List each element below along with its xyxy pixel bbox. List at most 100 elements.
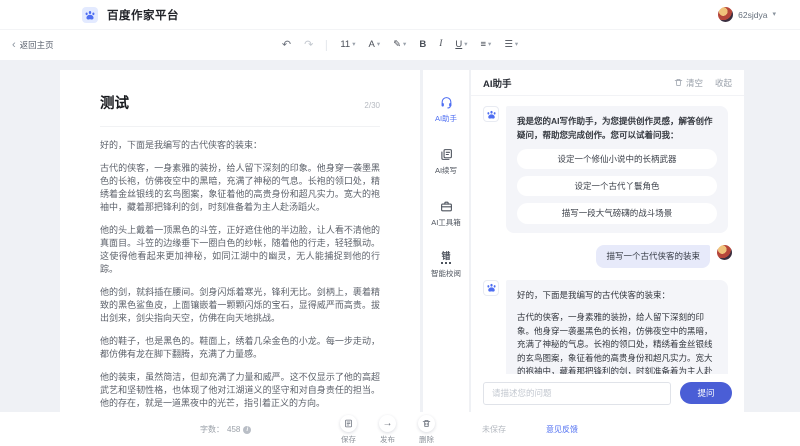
info-icon: i — [243, 426, 251, 434]
chevron-down-icon: ▾ — [772, 11, 776, 18]
highlight-color-button[interactable]: ✎ ▾ — [393, 40, 406, 50]
align-icon: ≡ — [481, 40, 487, 50]
assistant-header: AI助手 清空 收起 — [471, 70, 744, 96]
delete-label: 删除 — [419, 434, 434, 445]
redo-icon[interactable]: ↷ — [304, 40, 313, 51]
italic-button[interactable]: I — [439, 40, 442, 50]
chevron-down-icon: ▾ — [403, 42, 406, 49]
list-icon: ☰ — [504, 40, 513, 50]
app-header: 百度作家平台 62sjdya ▾ — [0, 0, 800, 30]
question-input-row: 提问 — [471, 374, 744, 412]
footer-bar: 字数： 458 i 保存 → 发布 删除 未保存 意见反 — [0, 412, 800, 446]
highlight-pen-icon: ✎ — [393, 40, 401, 50]
collapse-label: 收起 — [715, 77, 732, 89]
bot-avatar-paw-icon — [483, 280, 499, 296]
doc-paragraph: 他的头上戴着一顶黑色的斗笠，正好遮住他的半边脸，让人看不清他的真面目。斗笠的边缘… — [100, 224, 380, 276]
publish-label: 发布 — [380, 434, 395, 445]
font-color-button[interactable]: A ▾ — [368, 40, 380, 50]
bot-message-row: 我是您的AI写作助手，为您提供创作灵感，解答创作疑问，帮助您完成创作。您可以试着… — [483, 106, 732, 233]
word-count-label: 字数： — [200, 424, 224, 435]
doc-title-row: 测试 2/30 — [100, 92, 380, 113]
baidu-paw-logo-icon — [82, 7, 98, 23]
publish-button[interactable]: → 发布 — [379, 415, 396, 445]
trash-icon — [674, 78, 683, 87]
word-count: 字数： 458 i — [200, 424, 251, 435]
question-input[interactable] — [483, 382, 671, 405]
publish-arrow-icon: → — [383, 419, 393, 429]
back-home-label: 返回主页 — [20, 39, 54, 51]
doc-paragraph: 他的鞋子，也是黑色的。鞋面上，绣着几朵金色的小龙。每一步走动，都仿佛有龙在脚下翻… — [100, 335, 380, 361]
list-button[interactable]: ☰ ▾ — [504, 40, 518, 50]
tab-ai-assistant[interactable]: AI助手 — [435, 96, 457, 124]
document-editor-card: 测试 2/30 好的，下面是我编写的古代侠客的装束： 古代的侠客，一身素雅的装扮… — [60, 70, 420, 412]
clear-chat-button[interactable]: 清空 — [674, 77, 703, 89]
user-name: 62sjdya — [738, 10, 767, 20]
format-toolbar: ↶ ↷ 11 ▾ A ▾ ✎ ▾ B I U ▾ ≡ ▾ ☰ ▾ — [282, 30, 518, 60]
undo-icon[interactable]: ↶ — [282, 40, 291, 51]
bot-reply-bubble: 好的，下面是我编写的古代侠客的装束： 古代的侠客，一身素雅的装扮，给人留下深刻的… — [506, 280, 728, 374]
save-button[interactable]: 保存 — [340, 415, 357, 445]
suggestion-pill[interactable]: 设定一个古代丫鬟角色 — [517, 176, 717, 196]
chevron-down-icon: ▾ — [377, 42, 380, 49]
doc-body-editor[interactable]: 好的，下面是我编写的古代侠客的装束： 古代的侠客，一身素雅的装扮，给人留下深刻的… — [100, 139, 380, 410]
toolbox-icon — [440, 200, 453, 213]
headset-icon — [440, 96, 453, 109]
tab-smart-proofread[interactable]: 错 智能校阅 — [431, 252, 461, 279]
chevron-down-icon: ▾ — [488, 42, 491, 49]
font-size-select[interactable]: 11 ▾ — [340, 40, 355, 50]
bot-message-row: 好的，下面是我编写的古代侠客的装束： 古代的侠客，一身素雅的装扮，给人留下深刻的… — [483, 280, 732, 374]
feedback-link[interactable]: 意见反馈 — [546, 424, 578, 435]
doc-action-buttons: 保存 → 发布 删除 — [340, 415, 435, 445]
user-menu[interactable]: 62sjdya ▾ — [718, 7, 776, 22]
tab-label: 智能校阅 — [431, 268, 461, 279]
chevron-down-icon: ▾ — [464, 42, 467, 49]
assistant-title: AI助手 — [483, 76, 512, 90]
trash-icon — [422, 419, 431, 428]
toolbar-divider — [326, 40, 327, 51]
suggestion-pill[interactable]: 描写一段大气磅礴的战斗场景 — [517, 203, 717, 223]
tab-label: AI工具箱 — [431, 217, 461, 228]
user-message-row: 描写一个古代侠客的装束 — [483, 245, 732, 268]
toolbar-row: ‹ 返回主页 ↶ ↷ 11 ▾ A ▾ ✎ ▾ B I U ▾ ≡ ▾ ☰ ▾ — [0, 30, 800, 60]
doc-paragraph: 好的，下面是我编写的古代侠客的装束： — [100, 139, 380, 152]
doc-paragraph: 他的装束，虽然简洁，但却充满了力量和威严。这不仅显示了他的高超武艺和坚韧性格，也… — [100, 371, 380, 410]
bot-welcome-bubble: 我是您的AI写作助手，为您提供创作灵感，解答创作疑问，帮助您完成创作。您可以试着… — [506, 106, 728, 233]
pages-icon — [440, 148, 453, 161]
reply-intro: 好的，下面是我编写的古代侠客的装束： — [517, 289, 717, 303]
save-doc-icon — [344, 419, 353, 428]
tab-label: AI续写 — [435, 165, 457, 176]
delete-button[interactable]: 删除 — [418, 415, 435, 445]
ask-button[interactable]: 提问 — [680, 382, 732, 404]
tab-ai-continue[interactable]: AI续写 — [435, 148, 457, 176]
align-button[interactable]: ≡ ▾ — [481, 40, 492, 50]
chevron-down-icon: ▾ — [515, 42, 518, 49]
user-avatar — [717, 245, 732, 260]
title-char-counter: 2/30 — [364, 101, 380, 110]
save-label: 保存 — [341, 434, 356, 445]
collapse-panel-button[interactable]: 收起 — [715, 77, 732, 89]
doc-paragraph: 古代的侠客，一身素雅的装扮，给人留下深刻的印象。他身穿一袭墨黑色的长袍，仿佛夜空… — [100, 162, 380, 214]
ai-assistant-panel: AI助手 清空 收起 — [471, 70, 744, 412]
back-home-link[interactable]: ‹ 返回主页 — [12, 30, 54, 60]
underline-button[interactable]: U ▾ — [455, 40, 467, 50]
suggestion-pill[interactable]: 设定一个修仙小说中的长柄武器 — [517, 149, 717, 169]
word-count-value: 458 — [227, 425, 240, 434]
save-status: 未保存 — [482, 424, 506, 435]
clear-label: 清空 — [686, 77, 703, 89]
bold-button[interactable]: B — [419, 40, 426, 50]
user-avatar[interactable] — [718, 7, 733, 22]
spellcheck-icon: 错 — [441, 252, 450, 264]
chevron-left-icon: ‹ — [12, 40, 16, 51]
title-divider — [100, 126, 380, 127]
welcome-text: 我是您的AI写作助手，为您提供创作灵感，解答创作疑问，帮助您完成创作。您可以试着… — [517, 115, 717, 142]
user-message-bubble: 描写一个古代侠客的装束 — [596, 245, 710, 268]
app-title: 百度作家平台 — [107, 7, 179, 23]
doc-paragraph: 他的剑，就斜插在腰间。剑身闪烁着寒光，锋利无比。剑柄上，裹着精致的黑色鲨鱼皮，上… — [100, 286, 380, 325]
chat-scroll-area[interactable]: 我是您的AI写作助手，为您提供创作灵感，解答创作疑问，帮助您完成创作。您可以试着… — [471, 96, 744, 374]
bot-avatar-paw-icon — [483, 106, 499, 122]
tab-ai-toolbox[interactable]: AI工具箱 — [431, 200, 461, 228]
reply-body: 古代的侠客，一身素雅的装扮，给人留下深刻的印象。他身穿一袭墨黑色的长袍，仿佛夜空… — [517, 311, 717, 374]
ai-tools-sidebar: AI助手 AI续写 AI工具箱 错 智能校阅 — [423, 70, 470, 412]
tab-label: AI助手 — [435, 113, 457, 124]
doc-title-input[interactable]: 测试 — [100, 92, 129, 113]
